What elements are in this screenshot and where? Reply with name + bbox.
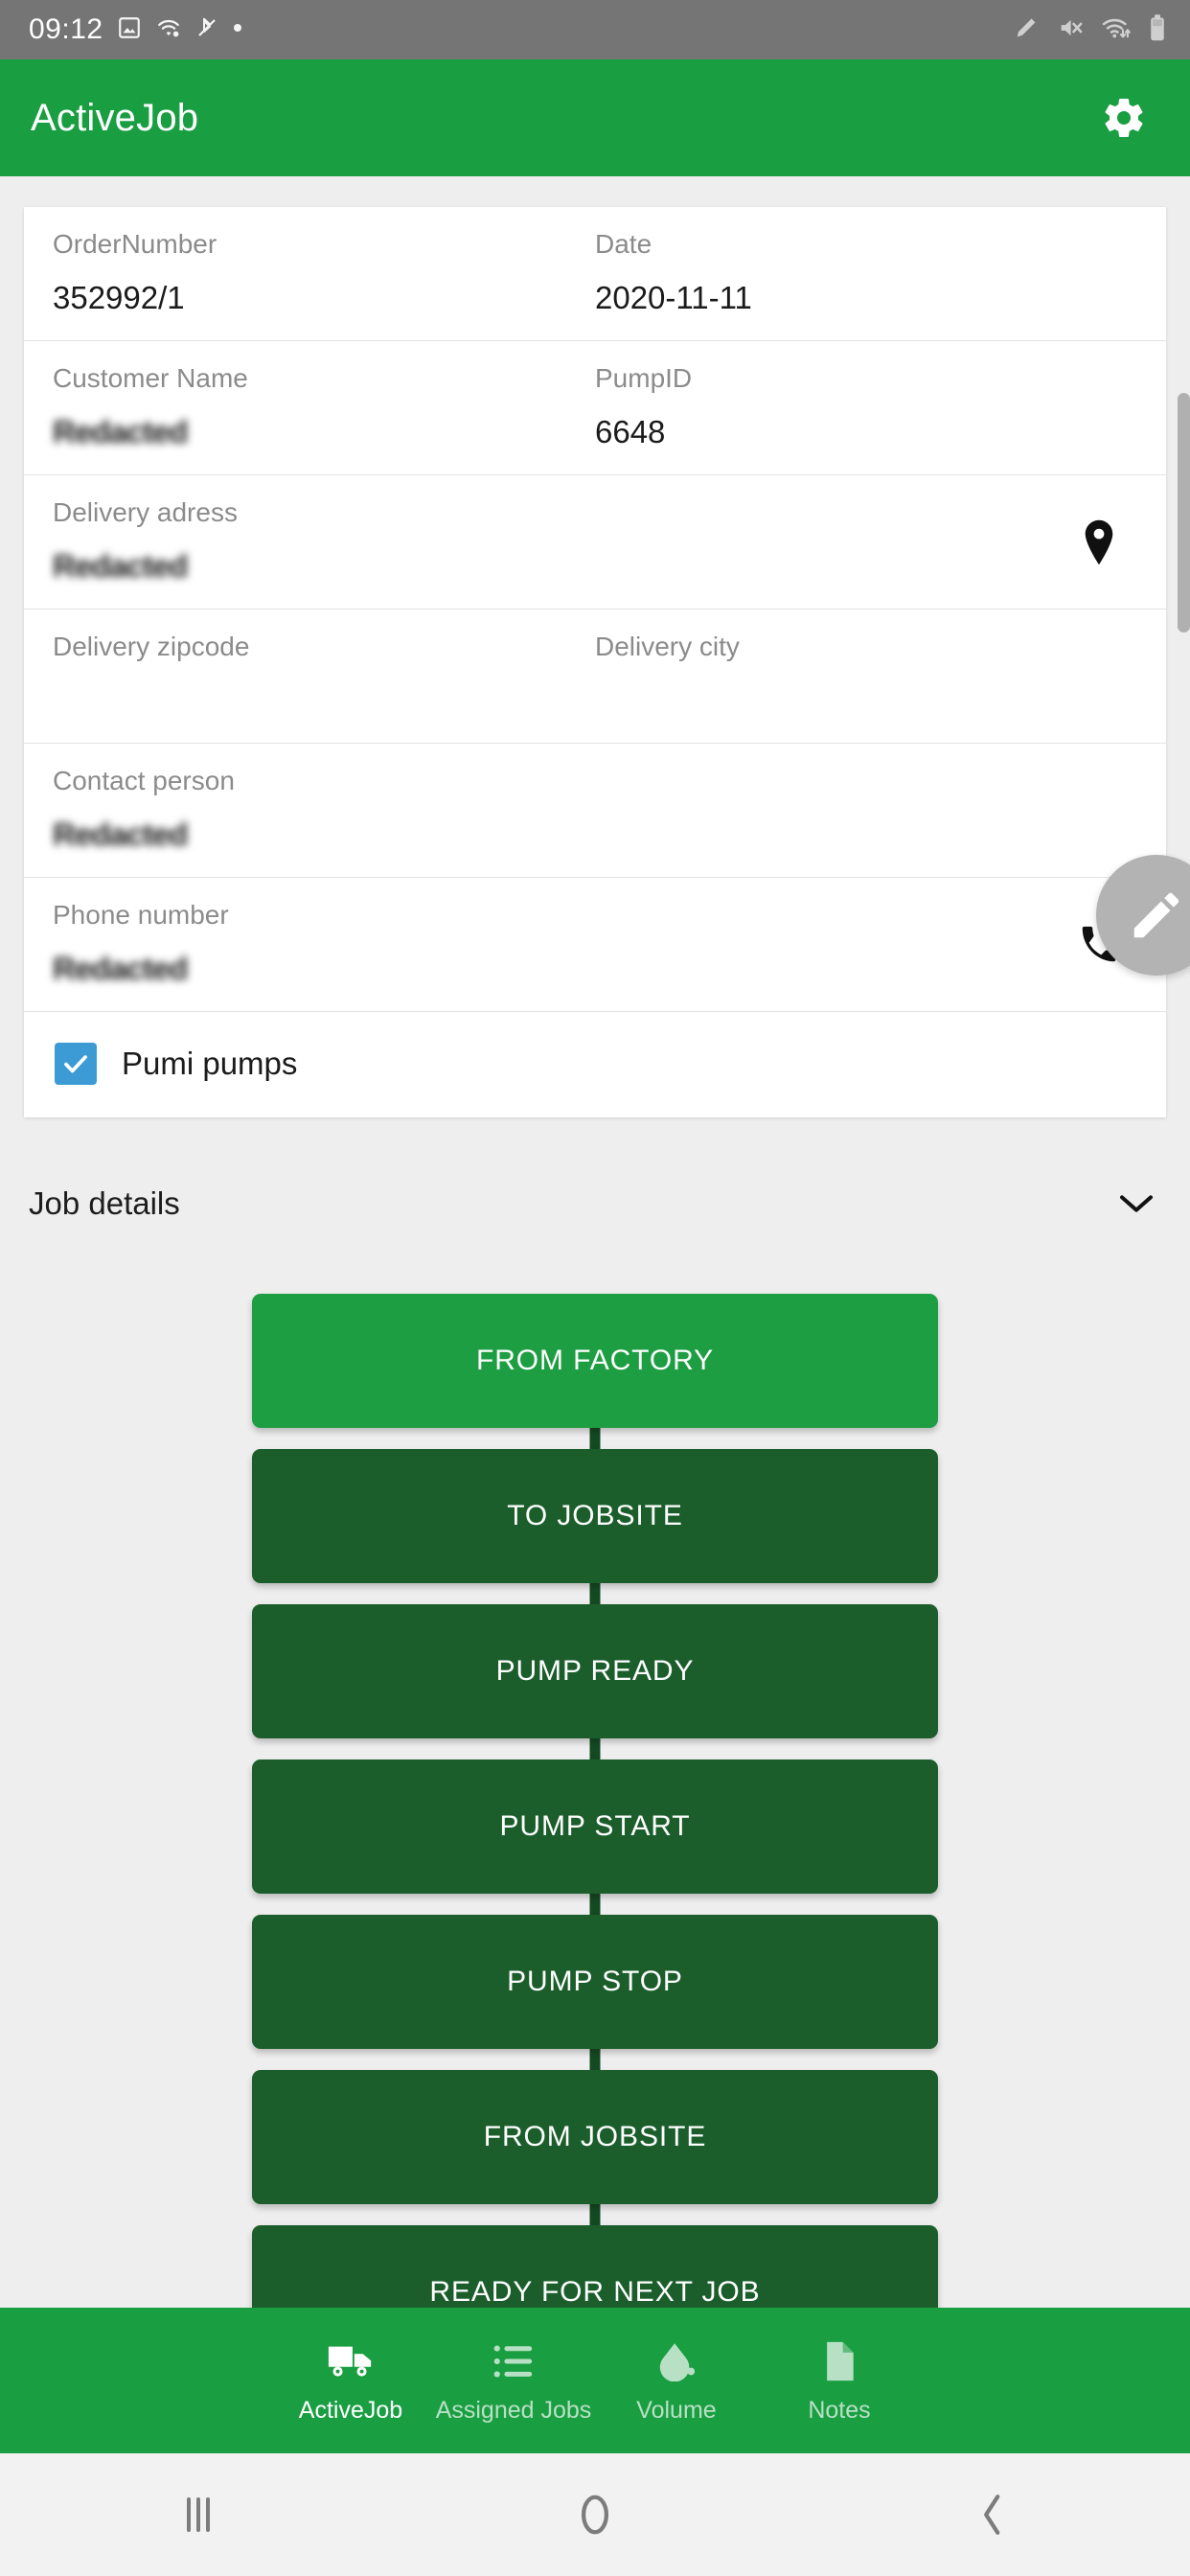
row-contact-person: Contact person Redacted — [24, 744, 1166, 879]
field-label: Customer Name — [53, 363, 248, 394]
checkbox-row-pumi-pumps[interactable]: Pumi pumps — [24, 1012, 1166, 1117]
field-customer-name[interactable]: Customer Name Redacted — [53, 363, 595, 449]
status-bar-left: 09:12 — [29, 13, 243, 46]
phone-screen: 09:12 ActiveJob OrderNumber 352992/1 Dat… — [0, 0, 1190, 2576]
field-label: Contact person — [53, 766, 235, 796]
field-phone-number[interactable]: Phone number Redacted — [53, 900, 1137, 986]
nav-item-volume[interactable]: Volume — [595, 2337, 758, 2425]
field-label: Delivery city — [595, 632, 740, 662]
fill-drop-icon — [655, 2337, 698, 2385]
workflow-step-pump-start[interactable]: PUMP START — [252, 1760, 938, 1895]
truck-icon — [327, 2337, 375, 2385]
nav-label: ActiveJob — [298, 2396, 403, 2424]
field-label: OrderNumber — [53, 229, 217, 259]
nav-label: Volume — [636, 2396, 717, 2424]
battery-icon — [1148, 13, 1167, 47]
back-icon[interactable] — [793, 2453, 1190, 2576]
nav-item-activejob[interactable]: ActiveJob — [269, 2337, 432, 2425]
field-value: 6648 — [595, 413, 666, 449]
chevron-down-icon[interactable] — [1117, 1191, 1156, 1216]
field-value: 2020-11-11 — [595, 279, 752, 315]
android-status-bar: 09:12 — [0, 0, 1190, 59]
field-pumpid[interactable]: PumpID 6648 — [595, 363, 1137, 449]
pen-icon — [1013, 14, 1040, 46]
wifi-calling-icon — [155, 15, 182, 45]
field-value-redacted: Redacted — [53, 816, 189, 852]
pumi-pumps-label: Pumi pumps — [122, 1046, 298, 1082]
job-details-header[interactable]: Job details — [0, 1154, 1190, 1254]
nav-label: Notes — [808, 2396, 871, 2424]
android-navigation-bar — [0, 2453, 1190, 2576]
pumi-pumps-checkbox[interactable] — [55, 1043, 97, 1086]
workflow-step-from-factory[interactable]: FROM FACTORY — [252, 1294, 938, 1429]
field-delivery-zipcode[interactable]: Delivery zipcode — [53, 632, 595, 718]
field-label: Delivery adress — [53, 497, 238, 528]
field-value: 352992/1 — [53, 279, 185, 315]
field-date[interactable]: Date 2020-11-11 — [595, 229, 1137, 315]
row-zip-city: Delivery zipcode Delivery city — [24, 610, 1166, 745]
field-value-redacted: Redacted — [53, 547, 189, 584]
field-delivery-city[interactable]: Delivery city — [595, 632, 1137, 718]
workflow-step-to-jobsite[interactable]: TO JOBSITE — [252, 1449, 938, 1584]
field-value-redacted: Redacted — [53, 950, 189, 986]
nav-label: Assigned Jobs — [435, 2396, 592, 2424]
field-contact-person[interactable]: Contact person Redacted — [53, 766, 1137, 852]
workflow-steps: FROM FACTORY TO JOBSITE PUMP READY PUMP … — [0, 1294, 1190, 2308]
field-label: Delivery zipcode — [53, 632, 250, 662]
field-label: Date — [595, 229, 652, 259]
job-details-title: Job details — [29, 1185, 180, 1222]
nav-item-assigned-jobs[interactable]: Assigned Jobs — [432, 2337, 595, 2425]
row-phone-number: Phone number Redacted — [24, 878, 1166, 1013]
map-pin-icon[interactable] — [1072, 516, 1126, 569]
field-value — [595, 683, 1137, 718]
status-bar-clock: 09:12 — [29, 13, 103, 45]
mute-icon — [1056, 14, 1085, 46]
dot-icon — [232, 21, 243, 38]
image-icon — [117, 15, 142, 45]
field-label: Phone number — [53, 900, 229, 931]
row-order-date: OrderNumber 352992/1 Date 2020-11-11 — [24, 207, 1166, 342]
page-title: ActiveJob — [31, 96, 199, 139]
list-icon — [492, 2337, 536, 2385]
scroll-content[interactable]: OrderNumber 352992/1 Date 2020-11-11 Cus… — [0, 176, 1190, 2308]
status-bar-right — [1013, 13, 1167, 47]
workflow-step-from-jobsite[interactable]: FROM JOBSITE — [252, 2070, 938, 2205]
field-ordernumber[interactable]: OrderNumber 352992/1 — [53, 229, 595, 315]
app-bar-actions — [1092, 86, 1156, 150]
row-customer-pump: Customer Name Redacted PumpID 6648 — [24, 341, 1166, 476]
wifi-transfer-icon — [1101, 14, 1132, 46]
vertical-scrollbar[interactable] — [1178, 393, 1190, 632]
home-icon[interactable] — [397, 2453, 793, 2576]
app-bar: ActiveJob — [0, 59, 1190, 176]
field-label: PumpID — [595, 363, 693, 394]
nav-item-notes[interactable]: Notes — [758, 2337, 921, 2425]
workflow-step-pump-ready[interactable]: PUMP READY — [252, 1604, 938, 1739]
row-delivery-address: Delivery adress Redacted — [24, 475, 1166, 610]
field-value — [53, 683, 595, 718]
workflow-step-ready-next-job[interactable]: READY FOR NEXT JOB — [252, 2225, 938, 2308]
recents-icon[interactable] — [0, 2453, 397, 2576]
bluetooth-off-icon — [195, 15, 218, 45]
job-info-card: OrderNumber 352992/1 Date 2020-11-11 Cus… — [24, 207, 1166, 1118]
field-value-redacted: Redacted — [53, 413, 189, 449]
bottom-navigation-bar: ActiveJob Assigned Jobs Volume Notes — [0, 2308, 1190, 2453]
gear-icon[interactable] — [1092, 86, 1156, 150]
workflow-step-pump-stop[interactable]: PUMP STOP — [252, 1915, 938, 2050]
field-delivery-adress[interactable]: Delivery adress Redacted — [53, 497, 1137, 584]
document-icon — [820, 2337, 858, 2385]
